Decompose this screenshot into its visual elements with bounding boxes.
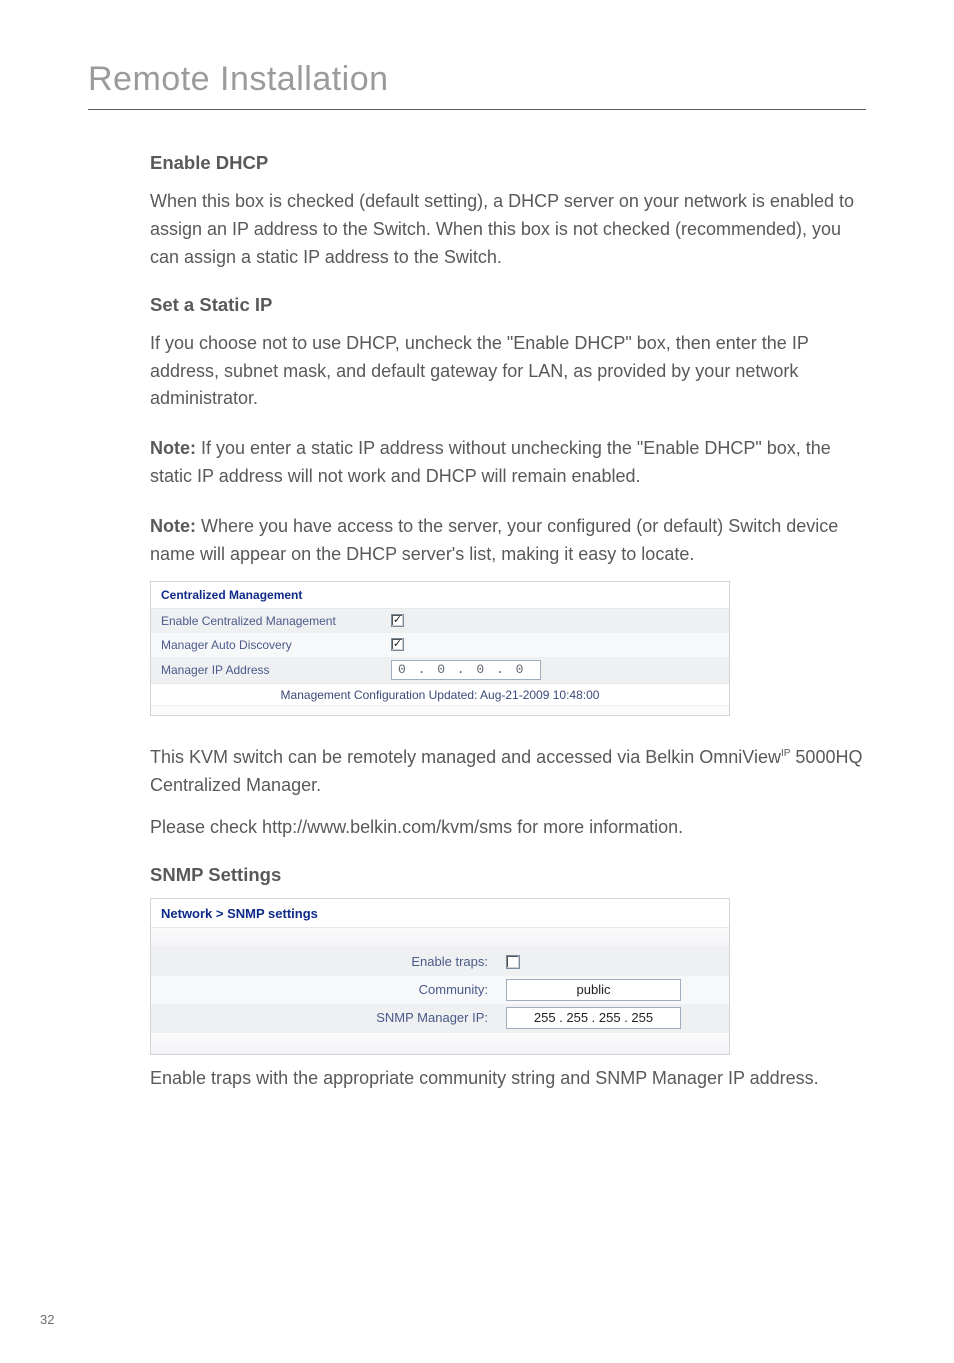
cm-panel-title: Centralized Management bbox=[151, 582, 729, 609]
snmp-row-mgrip: SNMP Manager IP: 255 . 255 . 255 . 255 bbox=[151, 1004, 729, 1032]
page-number: 32 bbox=[40, 1312, 54, 1327]
cm-footer-text: Management Configuration Updated: Aug-21… bbox=[151, 683, 729, 705]
paragraph-static-ip: If you choose not to use DHCP, uncheck t… bbox=[150, 330, 864, 414]
paragraph-kvm: This KVM switch can be remotely managed … bbox=[150, 744, 864, 800]
paragraph-enable-dhcp: When this box is checked (default settin… bbox=[150, 188, 864, 272]
snmp-traps-label: Enable traps: bbox=[161, 954, 506, 969]
kvm-sup: IP bbox=[781, 748, 790, 759]
cm-enable-label: Enable Centralized Management bbox=[161, 614, 391, 628]
snmp-mgrip-input[interactable]: 255 . 255 . 255 . 255 bbox=[506, 1007, 681, 1029]
note-text: If you enter a static IP address without… bbox=[150, 438, 831, 486]
note-label: Note: bbox=[150, 516, 196, 536]
page-title: Remote Installation bbox=[88, 60, 866, 110]
cm-row-autodiscovery: Manager Auto Discovery ✓ bbox=[151, 633, 729, 657]
snmp-panel: Network > SNMP settings Enable traps: Co… bbox=[150, 898, 730, 1055]
paragraph-please-check: Please check http://www.belkin.com/kvm/s… bbox=[150, 814, 864, 842]
note-static-ip-2: Note: Where you have access to the serve… bbox=[150, 513, 864, 569]
kvm-text-1: This KVM switch can be remotely managed … bbox=[150, 747, 781, 767]
snmp-traps-checkbox[interactable] bbox=[506, 955, 520, 969]
cm-autodiscovery-label: Manager Auto Discovery bbox=[161, 638, 391, 652]
snmp-mgrip-label: SNMP Manager IP: bbox=[161, 1010, 506, 1025]
note-text: Where you have access to the server, you… bbox=[150, 516, 838, 564]
note-static-ip-1: Note: If you enter a static IP address w… bbox=[150, 435, 864, 491]
paragraph-snmp-footer: Enable traps with the appropriate commun… bbox=[150, 1065, 864, 1093]
snmp-blank-top bbox=[151, 928, 729, 948]
cm-row-enable: Enable Centralized Management ✓ bbox=[151, 609, 729, 633]
snmp-community-label: Community: bbox=[161, 982, 506, 997]
cm-footer-blank bbox=[151, 705, 729, 715]
heading-enable-dhcp: Enable DHCP bbox=[150, 152, 864, 174]
snmp-blank-bottom bbox=[151, 1032, 729, 1054]
snmp-row-community: Community: public bbox=[151, 976, 729, 1004]
cm-ip-input[interactable]: 0 . 0 . 0 . 0 bbox=[391, 660, 541, 680]
snmp-community-input[interactable]: public bbox=[506, 979, 681, 1001]
cm-enable-checkbox[interactable]: ✓ bbox=[391, 614, 404, 627]
note-label: Note: bbox=[150, 438, 196, 458]
cm-autodiscovery-checkbox[interactable]: ✓ bbox=[391, 638, 404, 651]
centralized-management-panel: Centralized Management Enable Centralize… bbox=[150, 581, 730, 716]
snmp-row-traps: Enable traps: bbox=[151, 948, 729, 976]
heading-static-ip: Set a Static IP bbox=[150, 294, 864, 316]
cm-ip-label: Manager IP Address bbox=[161, 663, 391, 677]
heading-snmp: SNMP Settings bbox=[150, 864, 864, 886]
snmp-panel-title: Network > SNMP settings bbox=[151, 899, 729, 928]
cm-row-ip: Manager IP Address 0 . 0 . 0 . 0 bbox=[151, 657, 729, 683]
